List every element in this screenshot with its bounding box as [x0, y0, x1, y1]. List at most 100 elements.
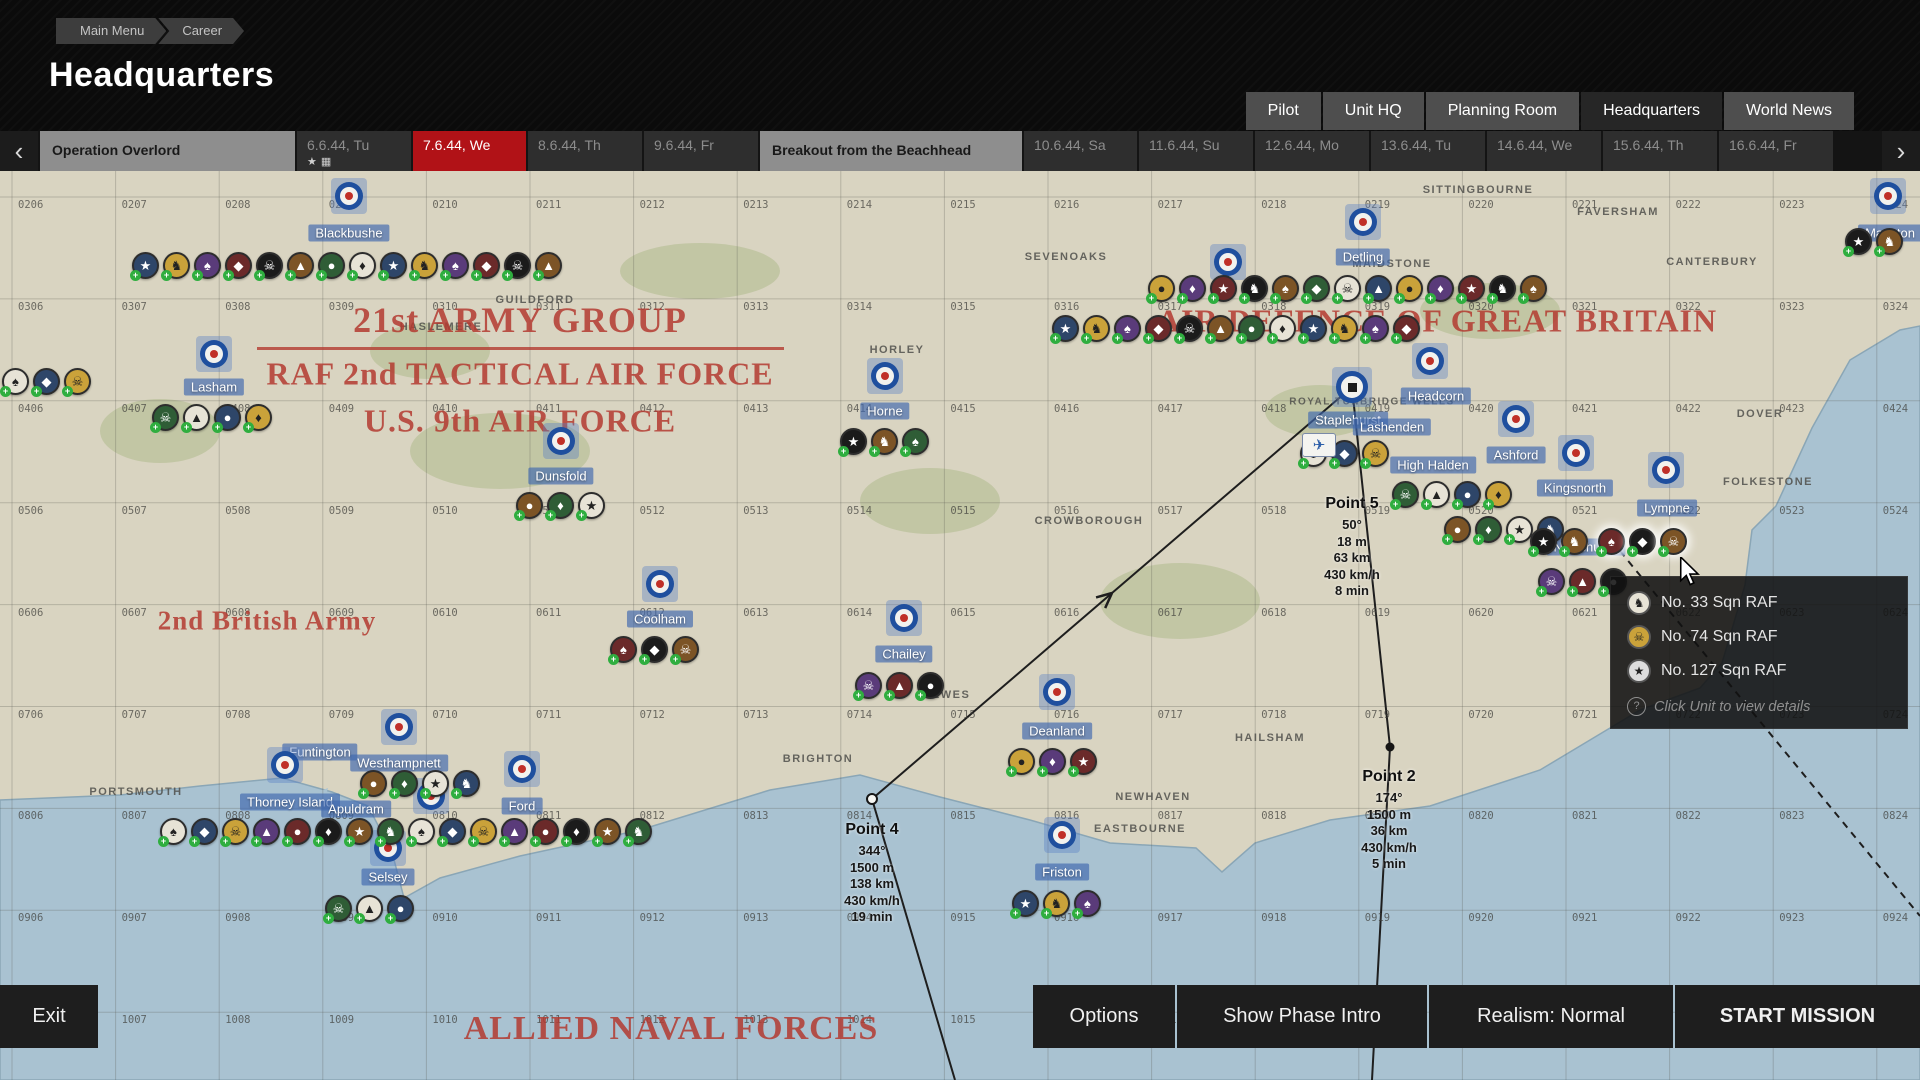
squadron-badge[interactable]: ♠+ [1272, 275, 1299, 302]
airfield-roundel-ashford[interactable] [1498, 401, 1534, 437]
squadron-badge[interactable]: ★+ [1052, 315, 1079, 342]
squadron-badge[interactable]: ●+ [387, 895, 414, 922]
squadron-badge[interactable]: ▲+ [1423, 481, 1450, 508]
squadron-badge[interactable]: ♞+ [163, 252, 190, 279]
squadron-badge[interactable]: ●+ [917, 672, 944, 699]
squadron-badge[interactable]: ♞+ [1083, 315, 1110, 342]
squadron-badge[interactable]: ♞+ [1043, 890, 1070, 917]
aircraft-icon[interactable]: ✈ [1302, 433, 1336, 457]
squadron-badge[interactable]: ♠+ [194, 252, 221, 279]
squadron-badge[interactable]: ◆+ [439, 818, 466, 845]
timeline-phase-item[interactable]: Breakout from the Beachhead [760, 131, 1022, 171]
squadron-badge[interactable]: ▲+ [356, 895, 383, 922]
airfield-roundel-lasham[interactable] [196, 336, 232, 372]
airfield-roundel-detling[interactable] [1345, 204, 1381, 240]
squadron-badge[interactable]: ▲+ [501, 818, 528, 845]
squadron-badge[interactable]: ◆+ [191, 818, 218, 845]
squadron-badge[interactable]: ♠+ [1362, 315, 1389, 342]
squadron-badge[interactable]: ●+ [318, 252, 345, 279]
strategic-map[interactable]: 0206020702080209021002110212021302140215… [0, 171, 1920, 1080]
realism-button[interactable]: Realism: Normal [1429, 985, 1673, 1048]
waypoint-dot-point4[interactable] [867, 794, 877, 804]
tab-headquarters[interactable]: Headquarters [1581, 92, 1722, 130]
squadron-badge[interactable]: ★+ [132, 252, 159, 279]
squadron-badge[interactable]: ☠+ [256, 252, 283, 279]
squadron-badge[interactable]: ☠+ [1392, 481, 1419, 508]
airfield-roundel-dunsfold[interactable] [543, 423, 579, 459]
squadron-badge[interactable]: ☠+ [1176, 315, 1203, 342]
squadron-badge[interactable]: ♠+ [1598, 528, 1625, 555]
squadron-badge[interactable]: ●+ [1454, 481, 1481, 508]
squadron-badge[interactable]: ♦+ [1475, 516, 1502, 543]
squadron-badge[interactable]: ★+ [1845, 228, 1872, 255]
timeline-phase-item[interactable]: Operation Overlord [40, 131, 295, 171]
squadron-badge[interactable]: ♦+ [1179, 275, 1206, 302]
airfield-roundel-lympne[interactable] [1648, 452, 1684, 488]
airfield-roundel-manston[interactable] [1870, 178, 1906, 214]
squadron-badge[interactable]: ◆+ [225, 252, 252, 279]
squadron-badge[interactable]: ●+ [284, 818, 311, 845]
squadron-badge[interactable]: ★+ [1210, 275, 1237, 302]
squadron-badge[interactable]: ▲+ [183, 404, 210, 431]
squadron-badge[interactable]: ♠+ [442, 252, 469, 279]
airfield-roundel-kingsnorth[interactable] [1558, 435, 1594, 471]
squadron-badge[interactable]: ♠+ [2, 368, 29, 395]
squadron-badge[interactable]: ♞+ [1561, 528, 1588, 555]
squadron-badge[interactable]: ☠+ [1362, 440, 1389, 467]
squadron-badge[interactable]: ●+ [516, 492, 543, 519]
options-button[interactable]: Options [1033, 985, 1175, 1048]
airfield-roundel-headcorn[interactable] [1412, 343, 1448, 379]
tab-unit-hq[interactable]: Unit HQ [1323, 92, 1424, 130]
squadron-badge[interactable]: ♦+ [1039, 748, 1066, 775]
breadcrumb-main-menu[interactable]: Main Menu [56, 18, 166, 44]
tab-world-news[interactable]: World News [1724, 92, 1854, 130]
timeline-date-item[interactable]: 10.6.44, Sa [1024, 131, 1137, 171]
squadron-badge[interactable]: ☠+ [470, 818, 497, 845]
squadron-badge[interactable]: ▲+ [253, 818, 280, 845]
airfield-roundel-thorney-island[interactable] [267, 747, 303, 783]
timeline-date-item[interactable]: 7.6.44, We [413, 131, 526, 171]
airfield-roundel-deanland[interactable] [1039, 674, 1075, 710]
squadron-badge[interactable]: ◆+ [641, 636, 668, 663]
squadron-badge[interactable]: ♠+ [1520, 275, 1547, 302]
squadron-badge[interactable]: ◆+ [473, 252, 500, 279]
timeline-prev-button[interactable]: ‹ [0, 131, 38, 171]
squadron-badge[interactable]: ♞+ [625, 818, 652, 845]
squadron-badge[interactable]: ★+ [1506, 516, 1533, 543]
timeline-date-item[interactable]: 9.6.44, Fr [644, 131, 758, 171]
squadron-badge[interactable]: ★+ [422, 770, 449, 797]
timeline-date-item[interactable]: 6.6.44, Tu★▦ [297, 131, 411, 171]
mission-start-marker[interactable] [1332, 367, 1372, 407]
squadron-badge[interactable]: ☠+ [1660, 528, 1687, 555]
squadron-badge[interactable]: ●+ [1238, 315, 1265, 342]
squadron-badge[interactable]: ☠+ [152, 404, 179, 431]
airfield-roundel-blackbushe[interactable] [331, 178, 367, 214]
squadron-badge[interactable]: ★+ [1530, 528, 1557, 555]
squadron-badge[interactable]: ★+ [380, 252, 407, 279]
squadron-badge[interactable]: ☠+ [325, 895, 352, 922]
timeline-date-item[interactable]: 15.6.44, Th [1603, 131, 1717, 171]
squadron-badge[interactable]: ♠+ [610, 636, 637, 663]
squadron-badge[interactable]: ▲+ [1207, 315, 1234, 342]
squadron-badge[interactable]: ▲+ [886, 672, 913, 699]
squadron-badge[interactable]: ●+ [1396, 275, 1423, 302]
squadron-badge[interactable]: ♞+ [1241, 275, 1268, 302]
squadron-badge[interactable]: ♠+ [1114, 315, 1141, 342]
squadron-badge[interactable]: ♦+ [391, 770, 418, 797]
exit-button[interactable]: Exit [0, 985, 98, 1048]
timeline-date-item[interactable]: 8.6.44, Th [528, 131, 642, 171]
squadron-badge[interactable]: ●+ [532, 818, 559, 845]
squadron-badge[interactable]: ♠+ [902, 428, 929, 455]
tooltip-unit-item[interactable]: ☠No. 74 Sqn RAF [1627, 625, 1891, 649]
squadron-badge[interactable]: ★+ [840, 428, 867, 455]
airfield-roundel-coolham[interactable] [642, 566, 678, 602]
airfield-roundel-friston[interactable] [1044, 817, 1080, 853]
timeline-date-item[interactable]: 14.6.44, We [1487, 131, 1601, 171]
squadron-badge[interactable]: ♦+ [1485, 481, 1512, 508]
squadron-badge[interactable]: ★+ [1300, 315, 1327, 342]
breadcrumb-career[interactable]: Career [158, 18, 244, 44]
squadron-badge[interactable]: ♞+ [1876, 228, 1903, 255]
squadron-badge[interactable]: ♦+ [315, 818, 342, 845]
squadron-badge[interactable]: ☠+ [1334, 275, 1361, 302]
squadron-badge[interactable]: ♞+ [1331, 315, 1358, 342]
